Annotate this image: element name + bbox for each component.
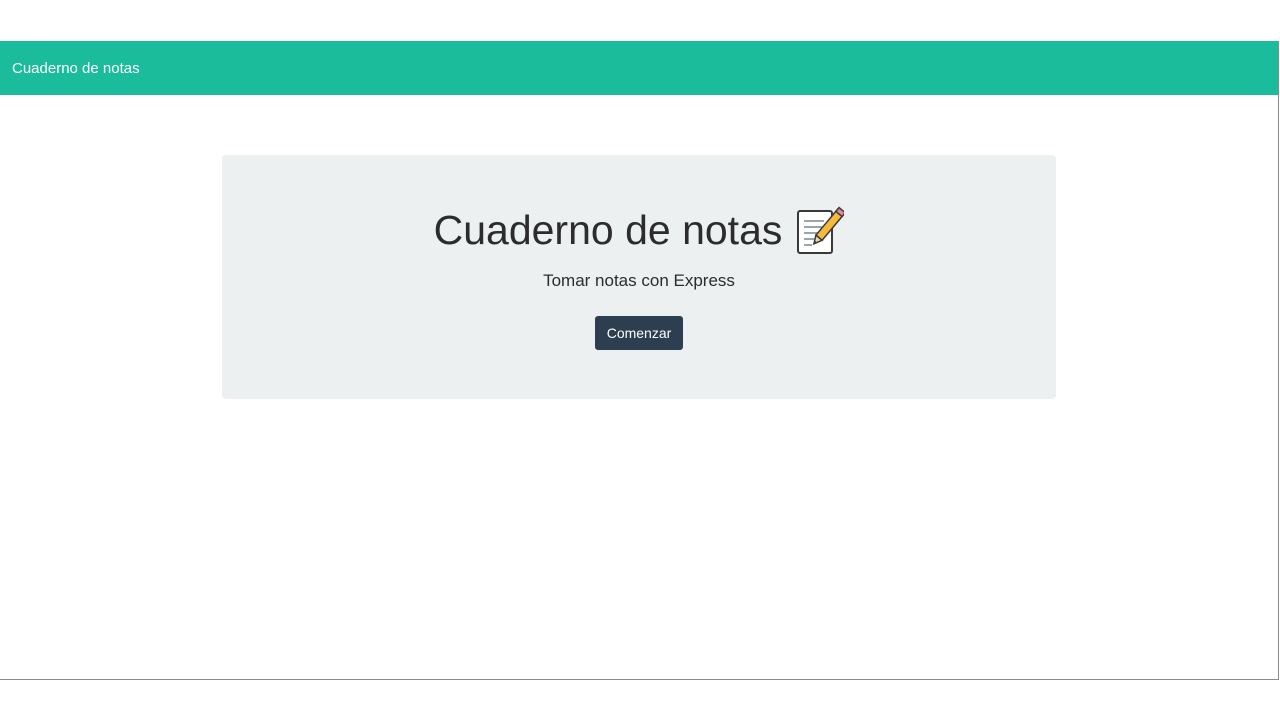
- hero-title: Cuaderno de notas: [222, 201, 1056, 259]
- browser-viewport: Cuaderno de notas Cuaderno de notas Toma…: [0, 41, 1279, 680]
- hero-subtitle: Tomar notas con Express: [543, 271, 735, 290]
- navbar-brand-link[interactable]: Cuaderno de notas: [12, 60, 140, 77]
- memo-icon: [794, 205, 847, 255]
- jumbotron: Cuaderno de notas Tomar notas con Expres…: [222, 155, 1056, 399]
- navbar: Cuaderno de notas: [0, 41, 1278, 95]
- start-button[interactable]: Comenzar: [595, 316, 683, 350]
- hero-title-text: Cuaderno de notas: [433, 206, 783, 253]
